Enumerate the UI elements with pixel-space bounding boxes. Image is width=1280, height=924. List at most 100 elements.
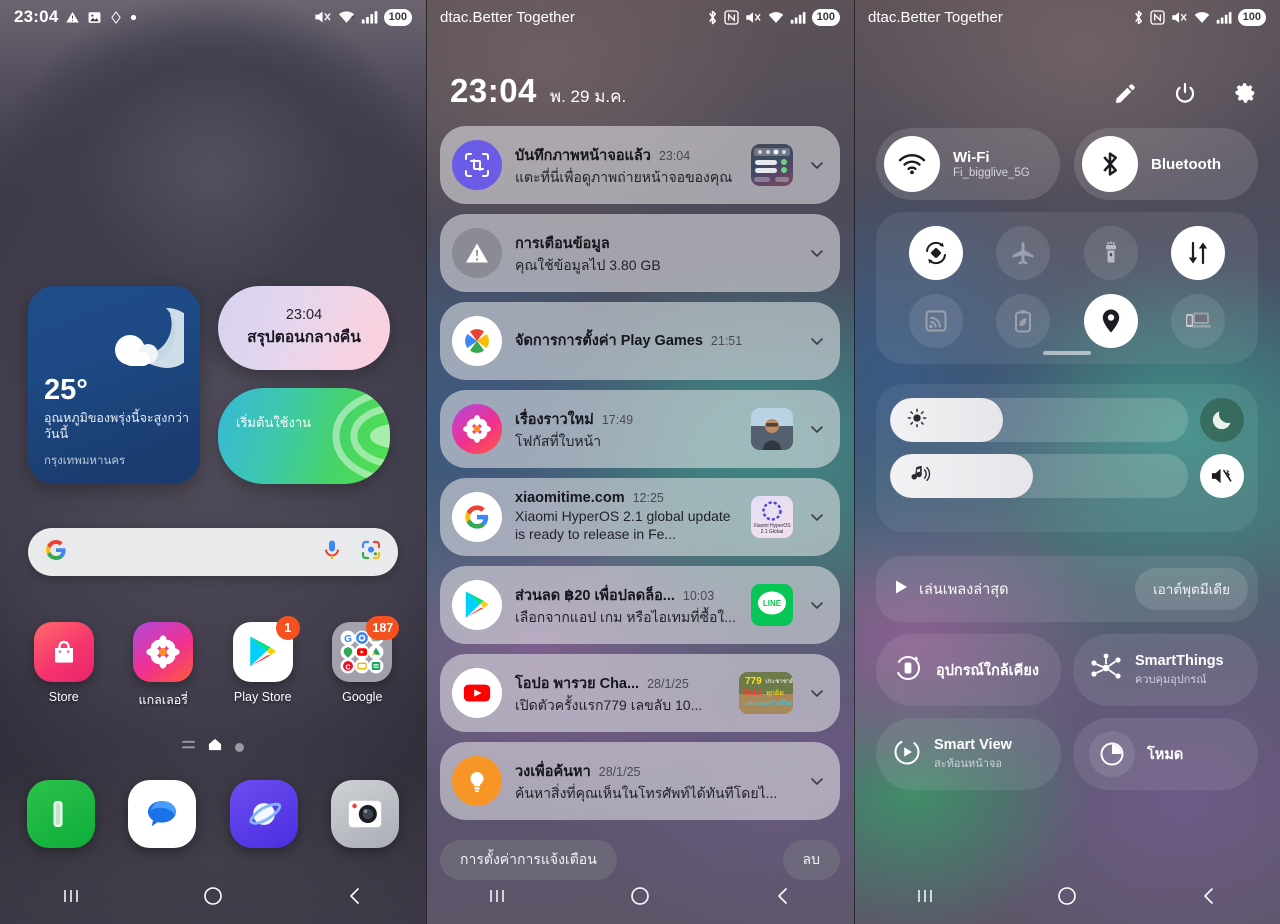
brief-widget-title: สรุปตอนกลางคืน xyxy=(247,329,361,346)
media-label-group: เล่นเพลงล่าสุด xyxy=(894,578,1009,601)
wifi-tile[interactable]: Wi-Fi Fi_bigglive_5G xyxy=(876,128,1060,200)
home-circle-icon[interactable] xyxy=(173,868,253,924)
power-saving-tile[interactable] xyxy=(996,294,1051,348)
play-icon[interactable] xyxy=(894,579,909,599)
list-page-icon[interactable] xyxy=(182,738,195,756)
power-icon[interactable] xyxy=(1168,76,1202,110)
notification-item[interactable]: ส่วนลด ฿20 เพื่อปลดล็อ... 10:03 เลือกจาก… xyxy=(440,566,840,644)
app-store[interactable]: Store xyxy=(21,622,107,710)
media-output-button[interactable]: เอาต์พุตมีเดีย xyxy=(1135,568,1248,610)
chevron-down-icon[interactable] xyxy=(806,421,828,437)
volume-slider-fill xyxy=(890,454,1034,498)
back-chevron-icon[interactable] xyxy=(1169,868,1249,924)
notification-item[interactable]: การเตือนข้อมูล คุณใช้ข้อมูลไป 3.80 GB xyxy=(440,214,840,292)
status-bar-clock: 23:04 xyxy=(14,7,59,26)
phone-icon[interactable] xyxy=(26,780,95,848)
notification-item[interactable]: เรื่องราวใหม่ 17:49 โฟกัสที่ใบหน้า xyxy=(440,390,840,468)
messages-icon[interactable] xyxy=(128,780,197,848)
svg-text:ทุกติด: ทุกติด xyxy=(766,689,784,697)
chevron-down-icon[interactable] xyxy=(806,157,828,173)
qs-status-bar: dtac.Better Together 100 xyxy=(854,0,1280,34)
home-widgets: 25° อุณหภูมิของพรุ่งนี้จะสูงกว่าวันนี้ ก… xyxy=(28,286,400,484)
youtube-icon xyxy=(452,668,502,718)
volume-note-icon xyxy=(906,463,932,490)
notification-item[interactable]: จัดการการตั้งค่า Play Games 21:51 xyxy=(440,302,840,380)
sound-mode-tile[interactable] xyxy=(1200,454,1244,498)
brightness-slider[interactable] xyxy=(890,398,1188,442)
hyperos-thumb[interactable]: Xiaomi HyperOS 2.1 Global xyxy=(751,496,793,538)
dark-mode-tile[interactable] xyxy=(1200,398,1244,442)
bittorrent-widget[interactable]: เริ่มต้นใช้งาน xyxy=(218,388,390,484)
svg-text:แผ่นงานสร้างชีวิต: แผ่นงานสร้างชีวิต xyxy=(745,699,792,707)
chevron-down-icon[interactable] xyxy=(806,597,828,613)
bluetooth-icon xyxy=(706,9,719,26)
nearby-devices-card[interactable]: อุปกรณ์ใกล้เคียง xyxy=(876,634,1061,706)
person-photo-thumb[interactable] xyxy=(751,408,793,450)
chevron-down-icon[interactable] xyxy=(806,509,828,525)
svg-text:LINE: LINE xyxy=(763,599,782,608)
brief-widget[interactable]: 23:04 สรุปตอนกลางคืน xyxy=(218,286,390,370)
microphone-icon[interactable] xyxy=(322,539,342,566)
chevron-down-icon[interactable] xyxy=(806,685,828,701)
back-chevron-icon[interactable] xyxy=(743,868,823,924)
smart-view-icon xyxy=(892,737,922,772)
notification-title: วงเพื่อค้นหา xyxy=(515,763,591,780)
cast-tile[interactable] xyxy=(908,294,963,348)
line-thumb[interactable]: LINE xyxy=(751,584,793,626)
qs-drag-handle[interactable] xyxy=(1043,351,1091,355)
notification-title: จัดการการตั้งค่า Play Games xyxy=(515,332,703,349)
link-to-windows-tile[interactable] xyxy=(1171,294,1226,348)
smartthings-card[interactable]: SmartThings ควบคุมอุปกรณ์ xyxy=(1073,634,1258,706)
chevron-down-icon[interactable] xyxy=(806,245,828,261)
wifi-icon xyxy=(767,10,785,25)
google-lens-icon[interactable] xyxy=(360,539,382,566)
bluetooth-tile[interactable]: Bluetooth xyxy=(1074,128,1258,200)
google-search-bar[interactable] xyxy=(28,528,398,576)
home-navigation-bar xyxy=(0,868,426,924)
pencil-icon[interactable] xyxy=(1108,76,1142,110)
back-chevron-icon[interactable] xyxy=(315,868,395,924)
weather-widget[interactable]: 25° อุณหภูมิของพรุ่งนี้จะสูงกว่าวันนี้ ก… xyxy=(28,286,200,484)
smart-view-card[interactable]: Smart View สะท้อนหน้าจอ xyxy=(876,718,1061,790)
app-gallery[interactable]: แกลเลอรี่ xyxy=(120,622,206,710)
google-g-icon xyxy=(44,538,68,567)
location-tile[interactable] xyxy=(1083,294,1138,348)
mobile-data-tile[interactable] xyxy=(1171,226,1226,280)
notification-item[interactable]: xiaomitime.com 12:25 Xiaomi HyperOS 2.1 … xyxy=(440,478,840,556)
recents-icon[interactable] xyxy=(885,868,965,924)
lottery-thumb[interactable]: 779 ประชาชาติ รัก10 ทุกติด แผ่นงานสร้างชีวิต xyxy=(739,672,793,714)
notification-item[interactable]: โอปอ พารวย Cha... 28/1/25 เปิดตัวครั้งแร… xyxy=(440,654,840,732)
home-circle-icon[interactable] xyxy=(600,868,680,924)
app-play-store[interactable]: 1 Play Store xyxy=(220,616,306,710)
recents-icon[interactable] xyxy=(31,868,111,924)
app-google-folder[interactable]: 187 G C Google xyxy=(319,616,405,710)
media-card[interactable]: เล่นเพลงล่าสุด เอาต์พุตมีเดีย xyxy=(876,556,1258,622)
wifi-icon xyxy=(884,136,940,192)
home-page-icon[interactable] xyxy=(208,738,222,756)
signal-icon xyxy=(361,9,379,25)
notification-time: 12:25 xyxy=(632,491,664,506)
gear-icon[interactable] xyxy=(1228,76,1262,110)
quick-settings-panel: dtac.Better Together 100 Wi-Fi Fi_biggli… xyxy=(854,0,1280,924)
battery-indicator: 100 xyxy=(383,8,412,26)
notification-item[interactable]: บันทึกภาพหน้าจอแล้ว 23:04 แตะที่นี่เพื่อ… xyxy=(440,126,840,204)
airplane-mode-tile[interactable] xyxy=(996,226,1051,280)
auto-rotate-tile[interactable] xyxy=(908,226,963,280)
recents-icon[interactable] xyxy=(457,868,537,924)
notification-item[interactable]: วงเพื่อค้นหา 28/1/25 ค้นหาสิ่งที่คุณเห็น… xyxy=(440,742,840,820)
home-circle-icon[interactable] xyxy=(1027,868,1107,924)
flashlight-tile[interactable] xyxy=(1083,226,1138,280)
smartthings-title: SmartThings xyxy=(1135,652,1224,669)
shade-clock[interactable]: 23:04 พ. 29 ม.ค. xyxy=(450,72,626,110)
smartthings-subtitle: ควบคุมอุปกรณ์ xyxy=(1135,673,1207,686)
dot-page-icon[interactable] xyxy=(235,742,244,752)
chevron-down-icon[interactable] xyxy=(806,333,828,349)
chevron-down-icon[interactable] xyxy=(806,773,828,789)
screenshot-capture-icon xyxy=(452,140,502,190)
screenshot-thumb[interactable] xyxy=(751,144,793,186)
volume-slider[interactable] xyxy=(890,454,1188,498)
bittorrent-widget-label: เริ่มต้นใช้งาน xyxy=(236,415,312,430)
modes-card[interactable]: โหมด xyxy=(1073,718,1258,790)
camera-icon[interactable] xyxy=(331,780,400,848)
samsung-internet-icon[interactable] xyxy=(229,780,298,848)
